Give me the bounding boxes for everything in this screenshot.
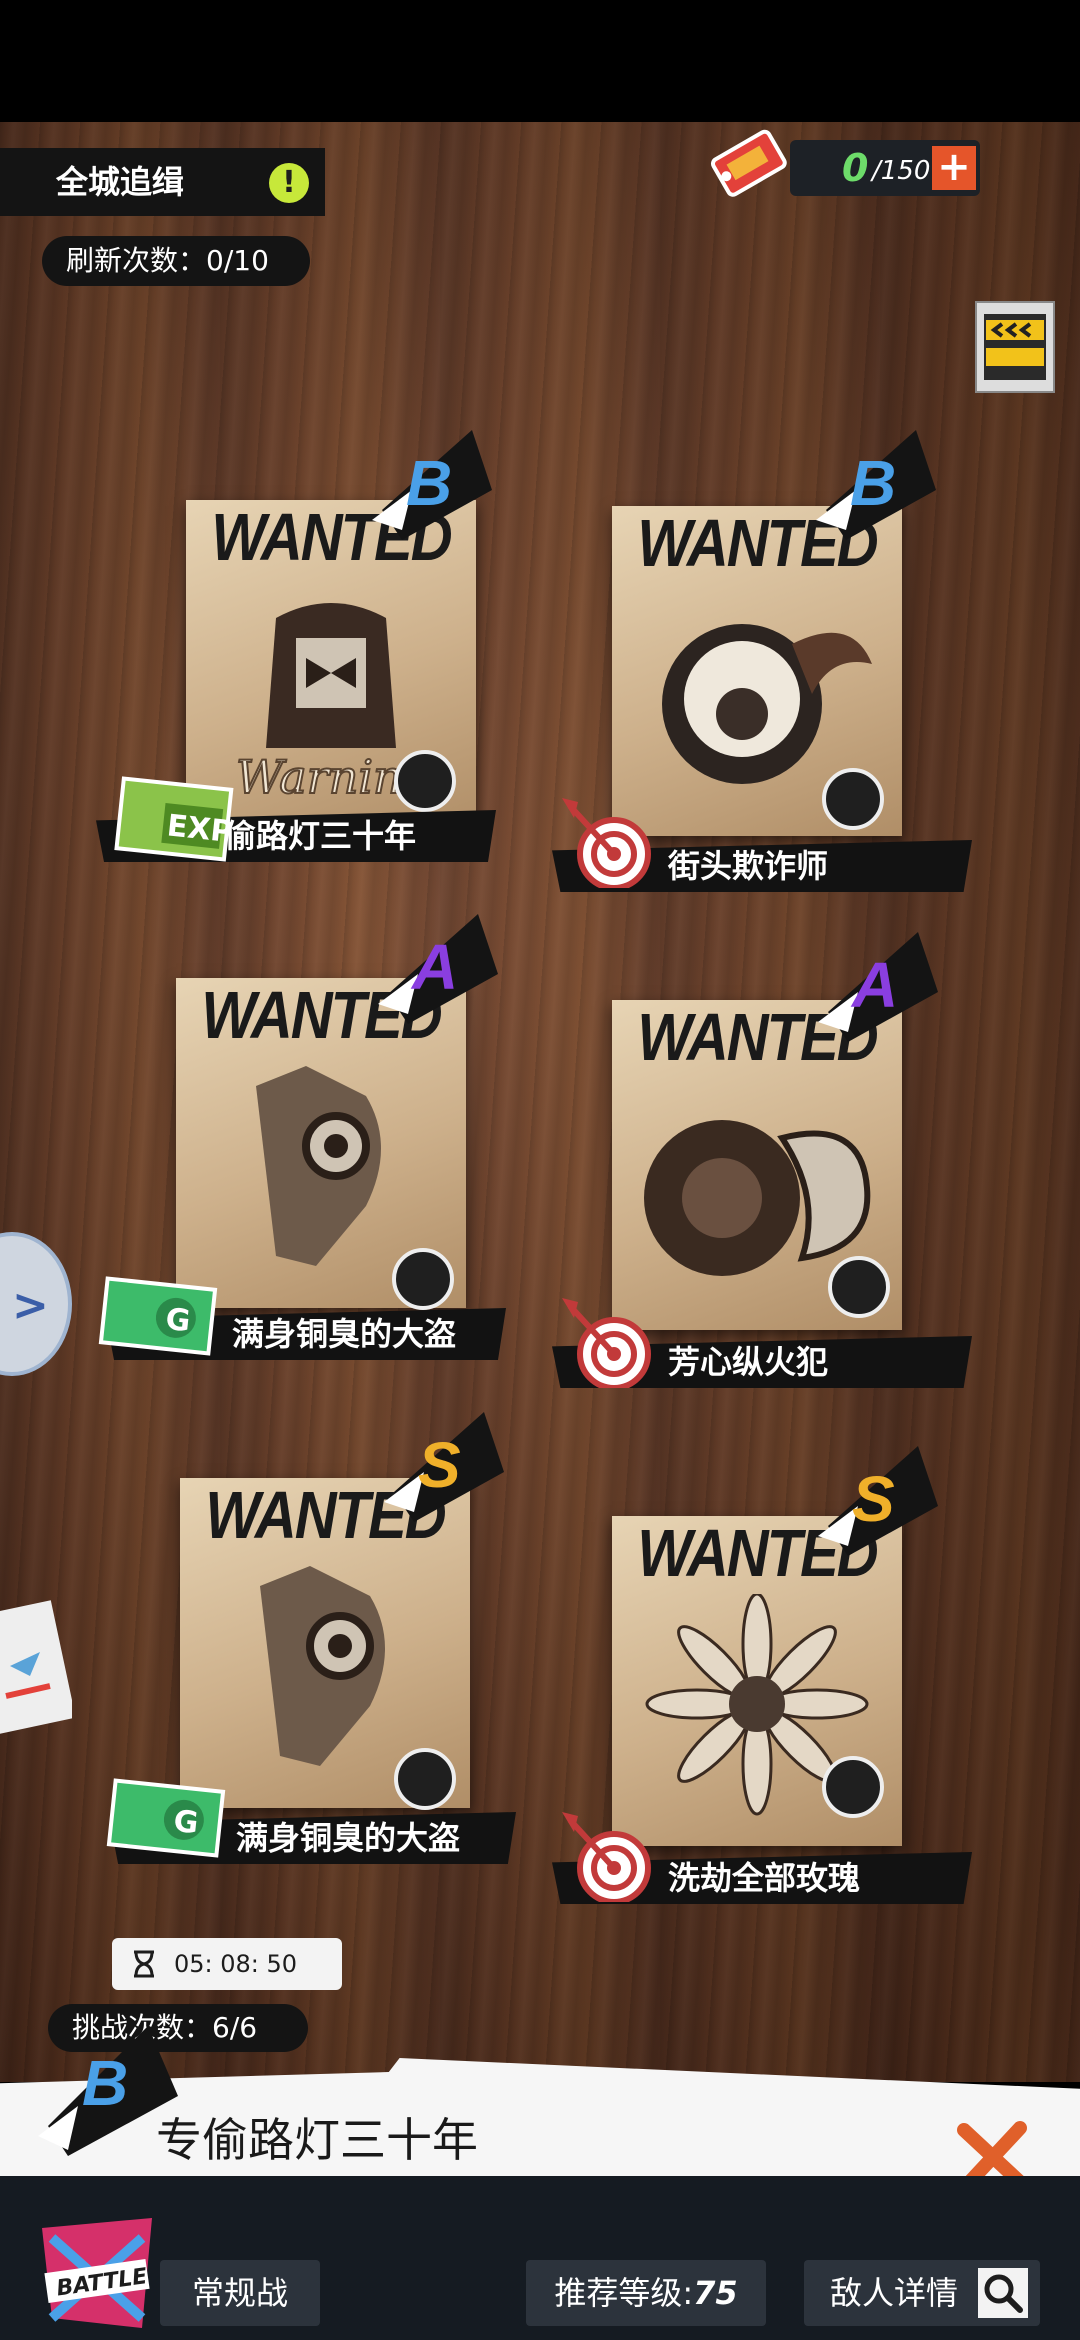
add-currency-button[interactable]: + [932, 146, 976, 190]
grade-label: B [372, 430, 492, 540]
target-name: 满身铜臭的大盗 [232, 1315, 457, 1353]
selected-grade-letter: B [82, 2047, 129, 2119]
wanted-card[interactable]: WANTED Warning B 专偷路灯三十年 EXP [96, 430, 496, 862]
wanted-card[interactable]: WANTED S 满身铜臭的大盗 G [106, 1412, 516, 1864]
refresh-icon[interactable] [394, 750, 456, 812]
caution-note-icon[interactable] [972, 296, 1058, 396]
refresh-icon[interactable] [392, 1248, 454, 1310]
target-name: 街头欺诈师 [668, 847, 829, 885]
target-name: 满身铜臭的大盗 [236, 1819, 461, 1857]
currency-current: 0 [842, 146, 869, 190]
exclamation-icon[interactable]: ! [269, 163, 309, 203]
hourglass-icon [134, 1950, 154, 1978]
grade-letter: B [406, 447, 453, 519]
grade-label: B [816, 430, 936, 540]
enemy-details-button[interactable]: 敌人详情 [804, 2260, 1040, 2326]
grade-letter: A [852, 949, 899, 1021]
grade-letter: A [412, 931, 459, 1003]
chevron-right-icon: > [12, 1280, 49, 1331]
mode-title: 全城追缉 ! [0, 148, 325, 216]
grade-label: A [378, 914, 498, 1024]
dart-target-icon [562, 1812, 651, 1902]
battle-mode-button[interactable]: 常规战 [160, 2260, 320, 2326]
refresh-icon[interactable] [394, 1748, 456, 1810]
status-bar [0, 0, 1080, 122]
svg-text:G: G [172, 1804, 200, 1841]
svg-text:EXP: EXP [165, 808, 234, 850]
grade-label: A [818, 932, 938, 1042]
mode-title-text: 全城追缉 [56, 163, 185, 201]
grade-label: S [818, 1446, 938, 1556]
grade-label: S [384, 1412, 504, 1522]
svg-text:G: G [164, 1302, 192, 1339]
target-name: 芳心纵火犯 [668, 1343, 829, 1381]
wanted-card[interactable]: WANTED B 街头欺诈师 [552, 430, 972, 892]
currency-display: 0 /150 + [790, 140, 980, 196]
selected-target-name: 专偷路灯三十年 [156, 2113, 478, 2167]
wanted-card[interactable]: WANTED A 芳心纵火犯 [552, 932, 972, 1388]
target-name: 洗劫全部玫瑰 [668, 1859, 861, 1897]
wanted-card[interactable]: WANTED S 洗劫全部玫瑰 [552, 1446, 972, 1904]
green-ticket-icon: G [106, 1778, 226, 1858]
refresh-icon[interactable] [822, 1756, 884, 1818]
refresh-icon[interactable] [822, 768, 884, 830]
recommended-level: 推荐等级:75 [526, 2260, 766, 2326]
green-ticket-icon: G [98, 1276, 218, 1356]
grade-letter: S [418, 1429, 461, 1501]
level-label: 推荐等级: [554, 2274, 694, 2312]
grade-letter: S [852, 1463, 895, 1535]
refresh-count: 刷新次数：0/10 [42, 236, 310, 286]
wanted-card[interactable]: WANTED A 满身铜臭的大盗 G [98, 914, 506, 1360]
magnifier-icon [978, 2268, 1028, 2318]
enemy-details-label: 敌人详情 [830, 2274, 959, 2312]
refresh-timer: 05: 08: 50 [112, 1938, 342, 1990]
level-value: 75 [693, 2274, 738, 2312]
exp-ticket-icon: EXP [114, 776, 234, 862]
currency-max: /150 [872, 156, 931, 186]
battle-logo-icon: BATTLE [42, 2218, 152, 2328]
dart-target-icon [562, 1298, 651, 1388]
ticket-currency-icon [710, 129, 787, 197]
game-screen: 全城追缉 ! 刷新次数：0/10 0 /150 + > WANTED Warni… [0, 0, 1080, 2340]
timer-text: 05: 08: 50 [174, 1950, 298, 1978]
grade-letter: B [850, 447, 897, 519]
ticket-stack-decor [0, 1600, 72, 1736]
dart-target-icon [562, 798, 651, 888]
refresh-icon[interactable] [828, 1256, 890, 1318]
